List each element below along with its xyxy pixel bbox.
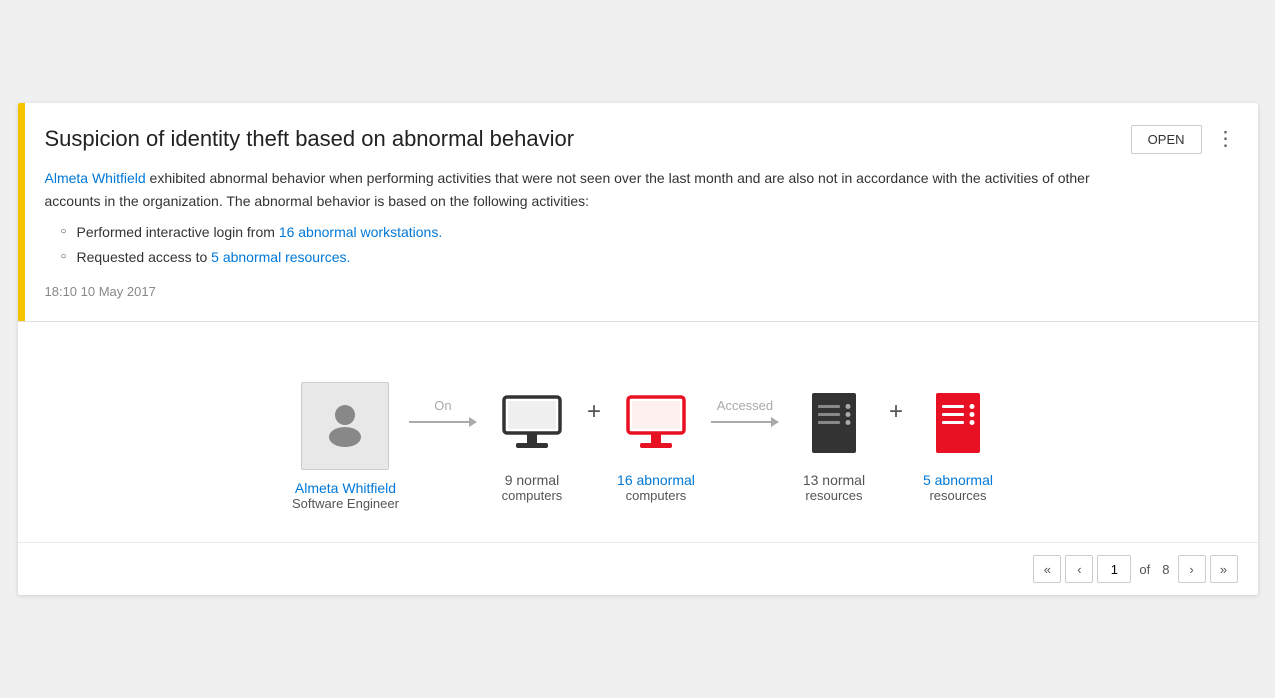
normal-computers-node: 9 normal computers — [487, 361, 577, 503]
bullet-2-before: Requested access to — [77, 249, 212, 265]
normal-computers-count: 9 normal — [505, 472, 559, 488]
on-label: On — [434, 398, 451, 413]
abnormal-resources-count[interactable]: 5 abnormal — [923, 472, 993, 488]
bullet-list: Performed interactive login from 16 abno… — [61, 220, 1107, 270]
next-page-button[interactable]: › — [1178, 555, 1206, 583]
accessed-arrow — [711, 417, 779, 427]
total-pages: 8 — [1162, 562, 1169, 577]
user-node: Almeta Whitfield Software Engineer — [292, 354, 399, 511]
last-page-button[interactable]: » — [1210, 555, 1238, 583]
abnormal-computers-count[interactable]: 16 abnormal — [617, 472, 695, 488]
description-text: exhibited abnormal behavior when perform… — [45, 170, 1090, 208]
diagram-flow: Almeta Whitfield Software Engineer On — [292, 354, 1003, 511]
alert-actions: OPEN ⋮ — [1131, 103, 1258, 322]
more-options-button[interactable]: ⋮ — [1210, 125, 1242, 153]
on-arrow — [409, 417, 477, 427]
plus-2: + — [879, 398, 913, 466]
resources-link[interactable]: 5 abnormal resources. — [211, 249, 350, 265]
of-label: of — [1139, 562, 1150, 577]
alert-content: Suspicion of identity theft based on abn… — [25, 103, 1131, 322]
bullet-item-1: Performed interactive login from 16 abno… — [61, 220, 1107, 245]
severity-bar — [18, 103, 25, 322]
on-connector: On — [399, 398, 487, 467]
alert-description: Almeta Whitfield exhibited abnormal beha… — [45, 167, 1107, 270]
alert-section: Suspicion of identity theft based on abn… — [18, 103, 1258, 323]
first-page-button[interactable]: « — [1033, 555, 1061, 583]
diagram-section: Almeta Whitfield Software Engineer On — [18, 322, 1258, 542]
accessed-connector: Accessed — [701, 398, 789, 467]
prev-page-button[interactable]: ‹ — [1065, 555, 1093, 583]
abnormal-resources-type: resources — [929, 488, 986, 503]
normal-resources-count: 13 normal — [803, 472, 865, 488]
avatar — [301, 382, 389, 470]
workstations-link[interactable]: 16 abnormal workstations. — [279, 224, 442, 240]
accessed-label: Accessed — [717, 398, 773, 413]
normal-resource-icon[interactable] — [808, 389, 860, 462]
abnormal-resources-node: 5 abnormal resources — [913, 361, 1003, 503]
normal-resources-type: resources — [805, 488, 862, 503]
normal-resources-node: 13 normal resources — [789, 361, 879, 503]
normal-computer-icon[interactable] — [498, 389, 566, 462]
open-button[interactable]: OPEN — [1131, 125, 1202, 154]
abnormal-resource-icon[interactable] — [932, 389, 984, 462]
bullet-item-2: Requested access to 5 abnormal resources… — [61, 245, 1107, 270]
alert-title: Suspicion of identity theft based on abn… — [45, 125, 1107, 154]
abnormal-computers-node: 16 abnormal computers — [611, 361, 701, 503]
bullet-1-before: Performed interactive login from — [77, 224, 279, 240]
alert-timestamp: 18:10 10 May 2017 — [45, 284, 1107, 299]
abnormal-computer-icon[interactable] — [622, 389, 690, 462]
pagination: « ‹ 1 of 8 › » — [18, 542, 1258, 595]
user-role: Software Engineer — [292, 496, 399, 511]
user-avatar-icon — [319, 397, 371, 454]
user-name[interactable]: Almeta Whitfield — [295, 480, 396, 496]
normal-computers-type: computers — [502, 488, 563, 503]
plus-1: + — [577, 398, 611, 466]
user-link[interactable]: Almeta Whitfield — [45, 170, 146, 186]
current-page-input[interactable]: 1 — [1097, 555, 1131, 583]
abnormal-computers-type: computers — [626, 488, 687, 503]
main-card: Suspicion of identity theft based on abn… — [18, 103, 1258, 596]
